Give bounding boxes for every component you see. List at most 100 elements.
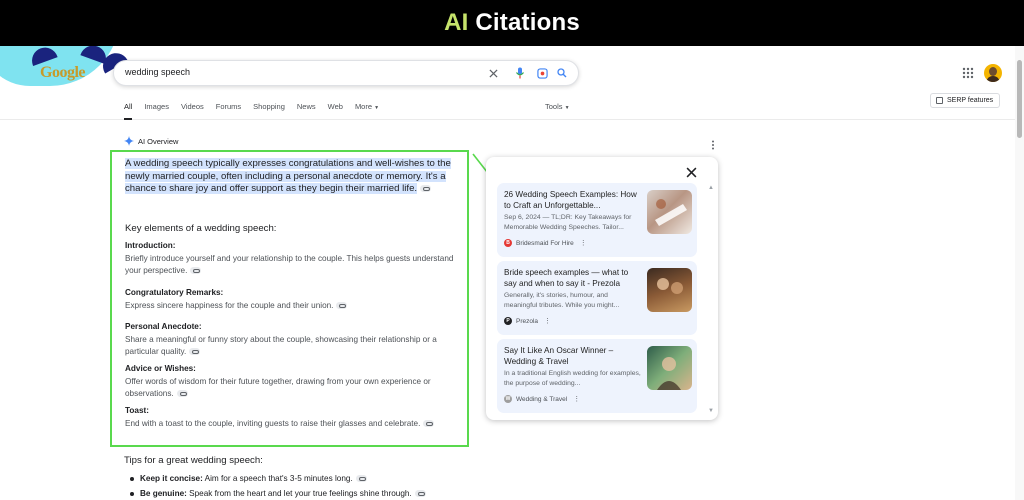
element-heading: Personal Anecdote: <box>125 322 202 331</box>
tab-forums[interactable]: Forums <box>216 102 241 116</box>
link-icon[interactable] <box>414 490 426 498</box>
page-scrollbar[interactable] <box>1015 46 1024 500</box>
clear-icon[interactable] <box>486 66 500 80</box>
source-name: Prezola <box>516 317 539 325</box>
source-name: Bridesmaid For Hire <box>516 239 574 247</box>
citation-snippet: Sep 6, 2024 — TL;DR: Key Takeaways for M… <box>504 214 632 231</box>
element-heading: Congratulatory Remarks: <box>125 288 224 297</box>
scroll-up-icon[interactable]: ▲ <box>708 185 714 191</box>
element-body: Express sincere happiness for the couple… <box>125 301 334 310</box>
citation-card[interactable]: Say It Like An Oscar Winner – Wedding & … <box>497 339 697 413</box>
element-heading: Toast: <box>125 406 149 415</box>
tools-button[interactable]: Tools ▼ <box>545 102 570 111</box>
ai-overview-header: AI Overview <box>124 136 178 146</box>
element-heading: Advice or Wishes: <box>125 364 196 373</box>
search-header: Google wedding speech All Images Videos … <box>0 46 1024 120</box>
tip-body: Speak from the heart and let your true f… <box>186 489 412 498</box>
title-banner: AI Citations <box>0 0 1024 46</box>
element-heading: Introduction: <box>125 241 176 250</box>
list-item: Toast: End with a toast to the couple, i… <box>125 406 465 430</box>
ai-overview-intro: A wedding speech typically expresses con… <box>125 158 463 196</box>
link-icon[interactable] <box>336 302 348 310</box>
logo-text: Google <box>40 64 86 81</box>
key-elements-title: Key elements of a wedding speech: <box>125 223 277 234</box>
more-options-icon[interactable]: ⋮ <box>580 239 587 247</box>
banner-title: AI Citations <box>444 9 580 37</box>
more-options-icon[interactable]: ⋮ <box>544 317 551 325</box>
element-body: Share a meaningful or funny story about … <box>125 335 437 356</box>
link-icon[interactable] <box>355 475 367 483</box>
tools-label: Tools <box>545 102 563 111</box>
bullet-icon <box>130 476 134 481</box>
tab-images[interactable]: Images <box>144 102 169 116</box>
tab-more-label: More <box>354 102 373 111</box>
search-icon[interactable] <box>555 66 569 80</box>
citation-source[interactable]: W Wedding & Travel ⋮ <box>504 395 580 403</box>
tip-body: Aim for a speech that's 3-5 minutes long… <box>202 474 353 483</box>
chevron-down-icon: ▼ <box>564 105 570 111</box>
source-favicon-icon: B <box>504 239 512 247</box>
citation-title[interactable]: 26 Wedding Speech Examples: How to Craft… <box>504 190 639 211</box>
tab-web[interactable]: Web <box>328 102 343 116</box>
link-icon[interactable] <box>423 420 435 428</box>
ai-overview-highlight-box: A wedding speech typically expresses con… <box>110 150 469 447</box>
citation-card[interactable]: Bride speech examples — what to say and … <box>497 261 697 335</box>
avatar-face <box>989 67 997 76</box>
checkbox-icon <box>936 97 943 104</box>
link-icon[interactable] <box>176 389 188 397</box>
more-options-icon[interactable]: ⋮ <box>573 395 580 403</box>
list-item: Advice or Wishes: Offer words of wisdom … <box>125 364 465 399</box>
link-icon[interactable] <box>190 266 202 274</box>
tab-videos[interactable]: Videos <box>181 102 204 116</box>
lens-icon[interactable] <box>535 66 549 80</box>
banner-accent: AI <box>444 9 469 36</box>
citation-thumbnail <box>647 346 692 390</box>
source-name: Wedding & Travel <box>516 395 568 403</box>
element-body: Offer words of wisdom for their future t… <box>125 377 431 398</box>
citation-snippet: In a traditional English wedding for exa… <box>504 370 641 387</box>
citation-source[interactable]: P Prezola ⋮ <box>504 317 551 325</box>
close-icon[interactable] <box>686 165 698 178</box>
avatar[interactable] <box>984 64 1002 82</box>
serp-features-button[interactable]: SERP features <box>930 93 1000 108</box>
ai-overview-label: AI Overview <box>138 136 179 146</box>
serp-features-label: SERP features <box>947 97 994 104</box>
tip-heading: Keep it concise: <box>140 474 203 483</box>
microphone-icon[interactable] <box>513 66 527 80</box>
search-input[interactable]: wedding speech <box>113 60 579 86</box>
element-body: End with a toast to the couple, inviting… <box>125 419 421 428</box>
tab-news[interactable]: News <box>297 102 316 116</box>
search-query[interactable]: wedding speech <box>125 67 190 77</box>
scroll-thumb[interactable] <box>1017 60 1022 138</box>
source-favicon-icon: W <box>504 395 512 403</box>
chevron-down-icon: ▼ <box>374 105 380 111</box>
apps-grid-icon[interactable] <box>962 66 976 80</box>
more-options-icon[interactable] <box>708 137 718 150</box>
scroll-down-icon[interactable]: ▼ <box>708 408 714 414</box>
avatar-body <box>986 76 1000 82</box>
list-item: Keep it concise: Aim for a speech that's… <box>130 474 367 483</box>
citation-snippet: Generally, it's stories, humour, and mea… <box>504 292 620 309</box>
google-doodle-logo[interactable]: Google <box>0 46 130 92</box>
bullet-icon <box>130 491 134 496</box>
gemini-sparkle-icon <box>124 136 134 146</box>
citation-title[interactable]: Bride speech examples — what to say and … <box>504 268 639 289</box>
list-item: Introduction: Briefly introduce yourself… <box>125 241 465 276</box>
citation-source[interactable]: B Bridesmaid For Hire ⋮ <box>504 239 587 247</box>
banner-rest: Citations <box>468 9 580 36</box>
citation-card[interactable]: 26 Wedding Speech Examples: How to Craft… <box>497 183 697 257</box>
tips-title: Tips for a great wedding speech: <box>124 455 263 466</box>
citation-thumbnail <box>647 268 692 312</box>
list-item: Congratulatory Remarks: Express sincere … <box>125 288 465 312</box>
tab-more[interactable]: More ▼ <box>355 102 379 116</box>
search-tabs: All Images Videos Forums Shopping News W… <box>124 102 391 120</box>
list-item: Personal Anecdote: Share a meaningful or… <box>125 322 465 357</box>
tab-shopping[interactable]: Shopping <box>253 102 285 116</box>
link-icon[interactable] <box>189 347 201 355</box>
intro-highlight: A wedding speech <box>125 158 203 169</box>
citation-title[interactable]: Say It Like An Oscar Winner – Wedding & … <box>504 346 639 367</box>
link-icon[interactable] <box>420 185 432 193</box>
list-item: Be genuine: Speak from the heart and let… <box>130 489 426 498</box>
tab-all[interactable]: All <box>124 102 133 120</box>
citation-thumbnail <box>647 190 692 234</box>
